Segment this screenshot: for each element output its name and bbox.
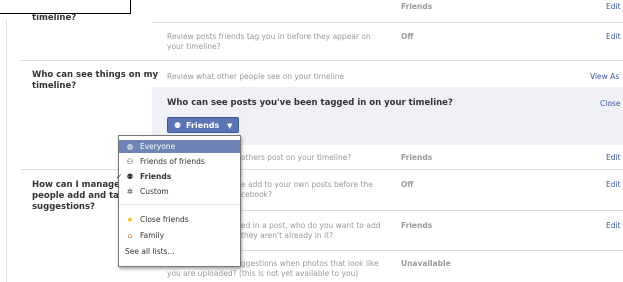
setting-description: Review posts friends tag you in before t… xyxy=(167,32,371,51)
close-link[interactable]: Close xyxy=(600,99,620,108)
row-divider xyxy=(241,250,623,251)
setting-value: Friends xyxy=(401,221,433,230)
menu-item-friends[interactable]: ✓ ⚉ Friends xyxy=(116,170,240,183)
setting-value: Friends xyxy=(401,2,433,11)
gear-icon: ✲ xyxy=(126,187,134,196)
setting-description: ed in a post, who do you want to add the… xyxy=(241,221,381,240)
section-title-who-can-see: Who can see things on my timeline? xyxy=(32,70,158,91)
row-divider xyxy=(241,210,623,211)
section-divider xyxy=(20,169,623,170)
menu-item-see-all-lists[interactable]: See all lists... xyxy=(119,245,240,258)
edit-link[interactable]: Edit xyxy=(606,180,621,189)
friends-icon: ⚉ xyxy=(126,172,134,181)
menu-item-everyone[interactable]: ◍ Everyone xyxy=(119,140,240,153)
checkmark-icon: ✓ xyxy=(116,172,123,181)
audience-selector-button[interactable]: ⚉ Friends ▼ xyxy=(167,117,239,133)
cropped-frame-border xyxy=(0,0,131,14)
house-icon: ⌂ xyxy=(127,231,133,240)
edit-link[interactable]: Edit xyxy=(606,32,621,41)
chevron-down-icon: ▼ xyxy=(227,122,233,130)
audience-dropdown-menu: ◍ Everyone ⚇ Friends of friends ✓ ⚉ Frie… xyxy=(116,135,241,267)
globe-icon: ◍ xyxy=(126,142,134,151)
star-icon: ★ xyxy=(126,215,134,224)
setting-description: Review what other people see on your tim… xyxy=(167,72,345,81)
menu-separator xyxy=(119,204,240,205)
audience-label: Friends xyxy=(186,121,220,130)
section-title-tag-review: timeline? xyxy=(32,13,77,23)
menu-item-family[interactable]: ⌂ Family xyxy=(119,229,240,242)
friends-of-friends-icon: ⚇ xyxy=(126,157,134,166)
setting-value: Friends xyxy=(401,153,433,162)
edit-link[interactable]: Edit xyxy=(606,153,621,162)
section-title-manage-tags: How can I manage t people add and tagg s… xyxy=(32,180,132,212)
setting-value: Unavailable xyxy=(401,259,451,268)
setting-value: Off xyxy=(401,180,414,189)
menu-item-custom[interactable]: ✲ Custom xyxy=(119,185,240,198)
row-divider xyxy=(152,22,623,23)
edit-link[interactable]: Edit xyxy=(606,221,621,230)
setting-description: others post on your timeline? xyxy=(241,153,352,162)
menu-item-friends-of-friends[interactable]: ⚇ Friends of friends xyxy=(119,155,240,168)
view-as-link[interactable]: View As xyxy=(590,72,619,81)
menu-item-close-friends[interactable]: ★ Close friends xyxy=(119,213,240,226)
expanded-question: Who can see posts you've been tagged in … xyxy=(167,98,453,108)
left-border xyxy=(6,20,7,282)
setting-value: Off xyxy=(401,32,414,41)
friends-icon: ⚉ xyxy=(174,121,182,130)
edit-link[interactable]: Edit xyxy=(606,2,621,11)
section-divider xyxy=(20,60,623,61)
setting-description: e add to your own posts before the ceboo… xyxy=(241,180,373,199)
